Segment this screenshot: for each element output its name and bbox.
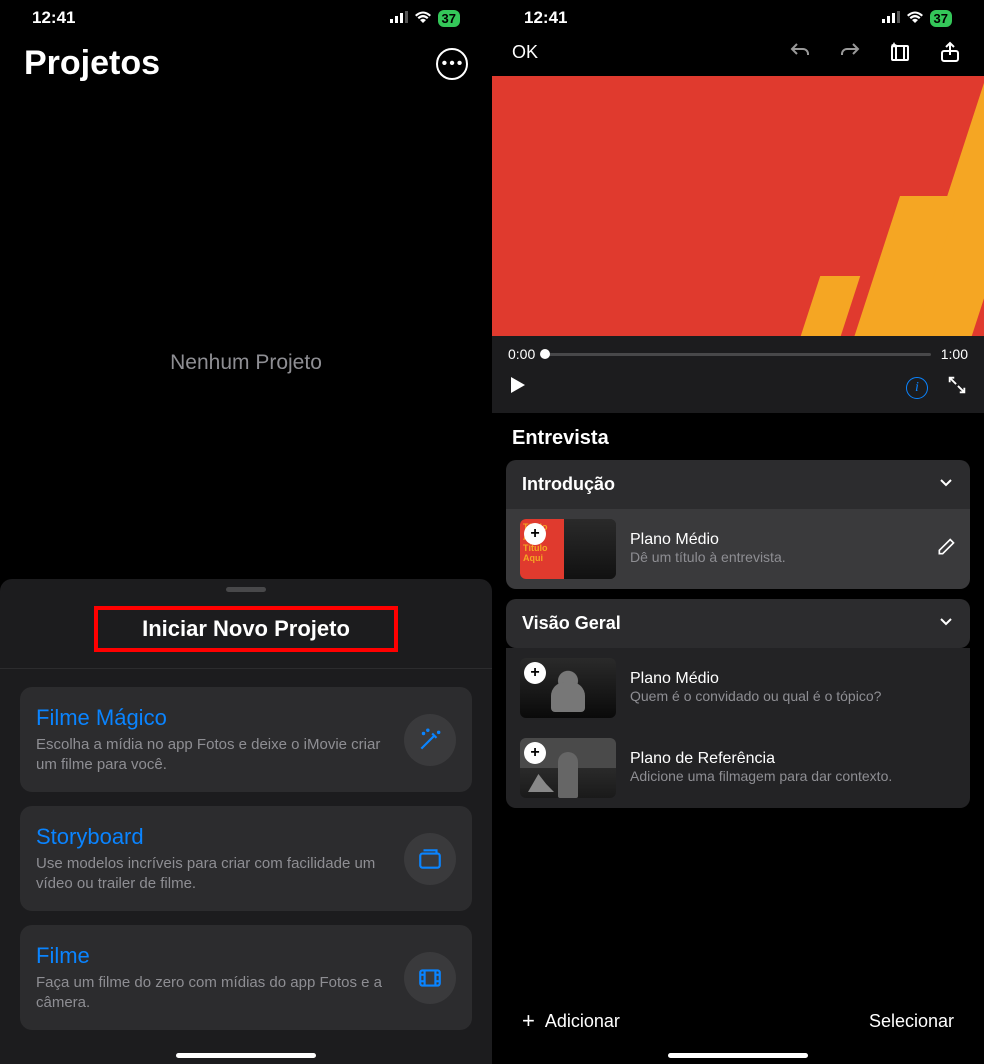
clip-title: Plano Médio (630, 531, 922, 549)
time-end: 1:00 (941, 346, 968, 362)
storyboard-icon (404, 833, 456, 885)
clip-row[interactable]: + Título Aqui Título Aqui Plano Médio Dê… (506, 509, 970, 589)
header: Projetos ••• (0, 32, 492, 91)
battery-badge: 37 (930, 10, 952, 27)
cellular-icon (882, 8, 900, 28)
add-label: Adicionar (545, 1011, 620, 1032)
add-clip-icon[interactable]: + (524, 742, 546, 764)
editor-toolbar: OK (492, 32, 984, 76)
chevron-down-icon (938, 613, 954, 634)
fullscreen-button[interactable] (946, 374, 968, 401)
status-time: 12:41 (524, 8, 567, 28)
status-time: 12:41 (32, 8, 75, 28)
ellipsis-icon: ••• (442, 55, 465, 73)
clip-row[interactable]: + Plano de Referência Adicione uma filma… (506, 728, 970, 808)
bottom-toolbar: + Adicionar Selecionar (492, 994, 984, 1050)
group-title: Introdução (522, 474, 615, 495)
home-indicator[interactable] (176, 1053, 316, 1058)
clip-title: Plano de Referência (630, 750, 956, 768)
enhance-button[interactable] (886, 38, 914, 66)
option-storyboard[interactable]: Storyboard Use modelos incríveis para cr… (20, 806, 472, 911)
page-title: Projetos (24, 44, 160, 83)
clip-subtitle: Dê um título à entrevista. (630, 549, 922, 567)
sheet-grabber[interactable] (226, 587, 266, 592)
group-title: Visão Geral (522, 613, 621, 634)
select-button[interactable]: Selecionar (869, 1011, 954, 1032)
undo-button[interactable] (786, 38, 814, 66)
ok-button[interactable]: OK (512, 42, 538, 63)
clip-row[interactable]: + Plano Médio Quem é o convidado ou qual… (506, 648, 970, 728)
left-screenshot: 12:41 37 Projetos ••• Nenhum Projeto Ini… (0, 0, 492, 1064)
info-button[interactable]: i (906, 377, 928, 399)
add-clip-icon[interactable]: + (524, 523, 546, 545)
scrubber[interactable] (545, 353, 931, 356)
preview-graphic (788, 276, 860, 336)
sheet-title: Iniciar Novo Projeto (98, 616, 394, 642)
magic-wand-icon (404, 714, 456, 766)
divider (0, 668, 492, 669)
add-button[interactable]: + Adicionar (522, 1008, 620, 1034)
empty-state-message: Nenhum Projeto (0, 351, 492, 375)
group-header-overview[interactable]: Visão Geral (506, 599, 970, 648)
battery-badge: 37 (438, 10, 460, 27)
time-start: 0:00 (508, 346, 535, 362)
clip-thumbnail: + Título Aqui Título Aqui (520, 519, 616, 579)
group-header-intro[interactable]: Introdução (506, 460, 970, 509)
highlight-box: Iniciar Novo Projeto (94, 606, 398, 652)
option-title: Filme (36, 943, 390, 969)
status-bar: 12:41 37 (0, 0, 492, 32)
plus-icon: + (522, 1008, 535, 1034)
more-button[interactable]: ••• (436, 48, 468, 80)
option-desc: Escolha a mídia no app Fotos e deixe o i… (36, 735, 390, 774)
redo-button[interactable] (836, 38, 864, 66)
option-title: Storyboard (36, 824, 390, 850)
clip-thumbnail: + (520, 738, 616, 798)
cellular-icon (390, 8, 408, 28)
option-desc: Use modelos incríveis para criar com fac… (36, 854, 390, 893)
wifi-icon (414, 8, 432, 28)
option-title: Filme Mágico (36, 705, 390, 731)
option-magic-movie[interactable]: Filme Mágico Escolha a mídia no app Foto… (20, 687, 472, 792)
clip-subtitle: Quem é o convidado ou qual é o tópico? (630, 688, 956, 706)
clip-subtitle: Adicione uma filmagem para dar contexto. (630, 768, 956, 786)
wifi-icon (906, 8, 924, 28)
player-bar: 0:00 1:00 i (492, 336, 984, 413)
play-button[interactable] (508, 375, 528, 400)
status-indicators: 37 (882, 8, 952, 28)
video-preview[interactable] (492, 76, 984, 336)
new-project-sheet: Iniciar Novo Projeto Filme Mágico Escolh… (0, 579, 492, 1064)
option-desc: Faça um filme do zero com mídias do app … (36, 973, 390, 1012)
edit-button[interactable] (936, 537, 956, 562)
status-bar: 12:41 37 (492, 0, 984, 32)
clip-title: Plano Médio (630, 670, 956, 688)
chevron-down-icon (938, 474, 954, 495)
scrubber-knob[interactable] (540, 349, 550, 359)
right-screenshot: 12:41 37 OK 0:00 1:00 i Entrevist (492, 0, 984, 1064)
option-movie[interactable]: Filme Faça um filme do zero com mídias d… (20, 925, 472, 1030)
add-clip-icon[interactable]: + (524, 662, 546, 684)
status-indicators: 37 (390, 8, 460, 28)
clip-thumbnail: + (520, 658, 616, 718)
storyboard-section-title: Entrevista (492, 413, 984, 460)
film-icon (404, 952, 456, 1004)
share-button[interactable] (936, 38, 964, 66)
home-indicator[interactable] (668, 1053, 808, 1058)
